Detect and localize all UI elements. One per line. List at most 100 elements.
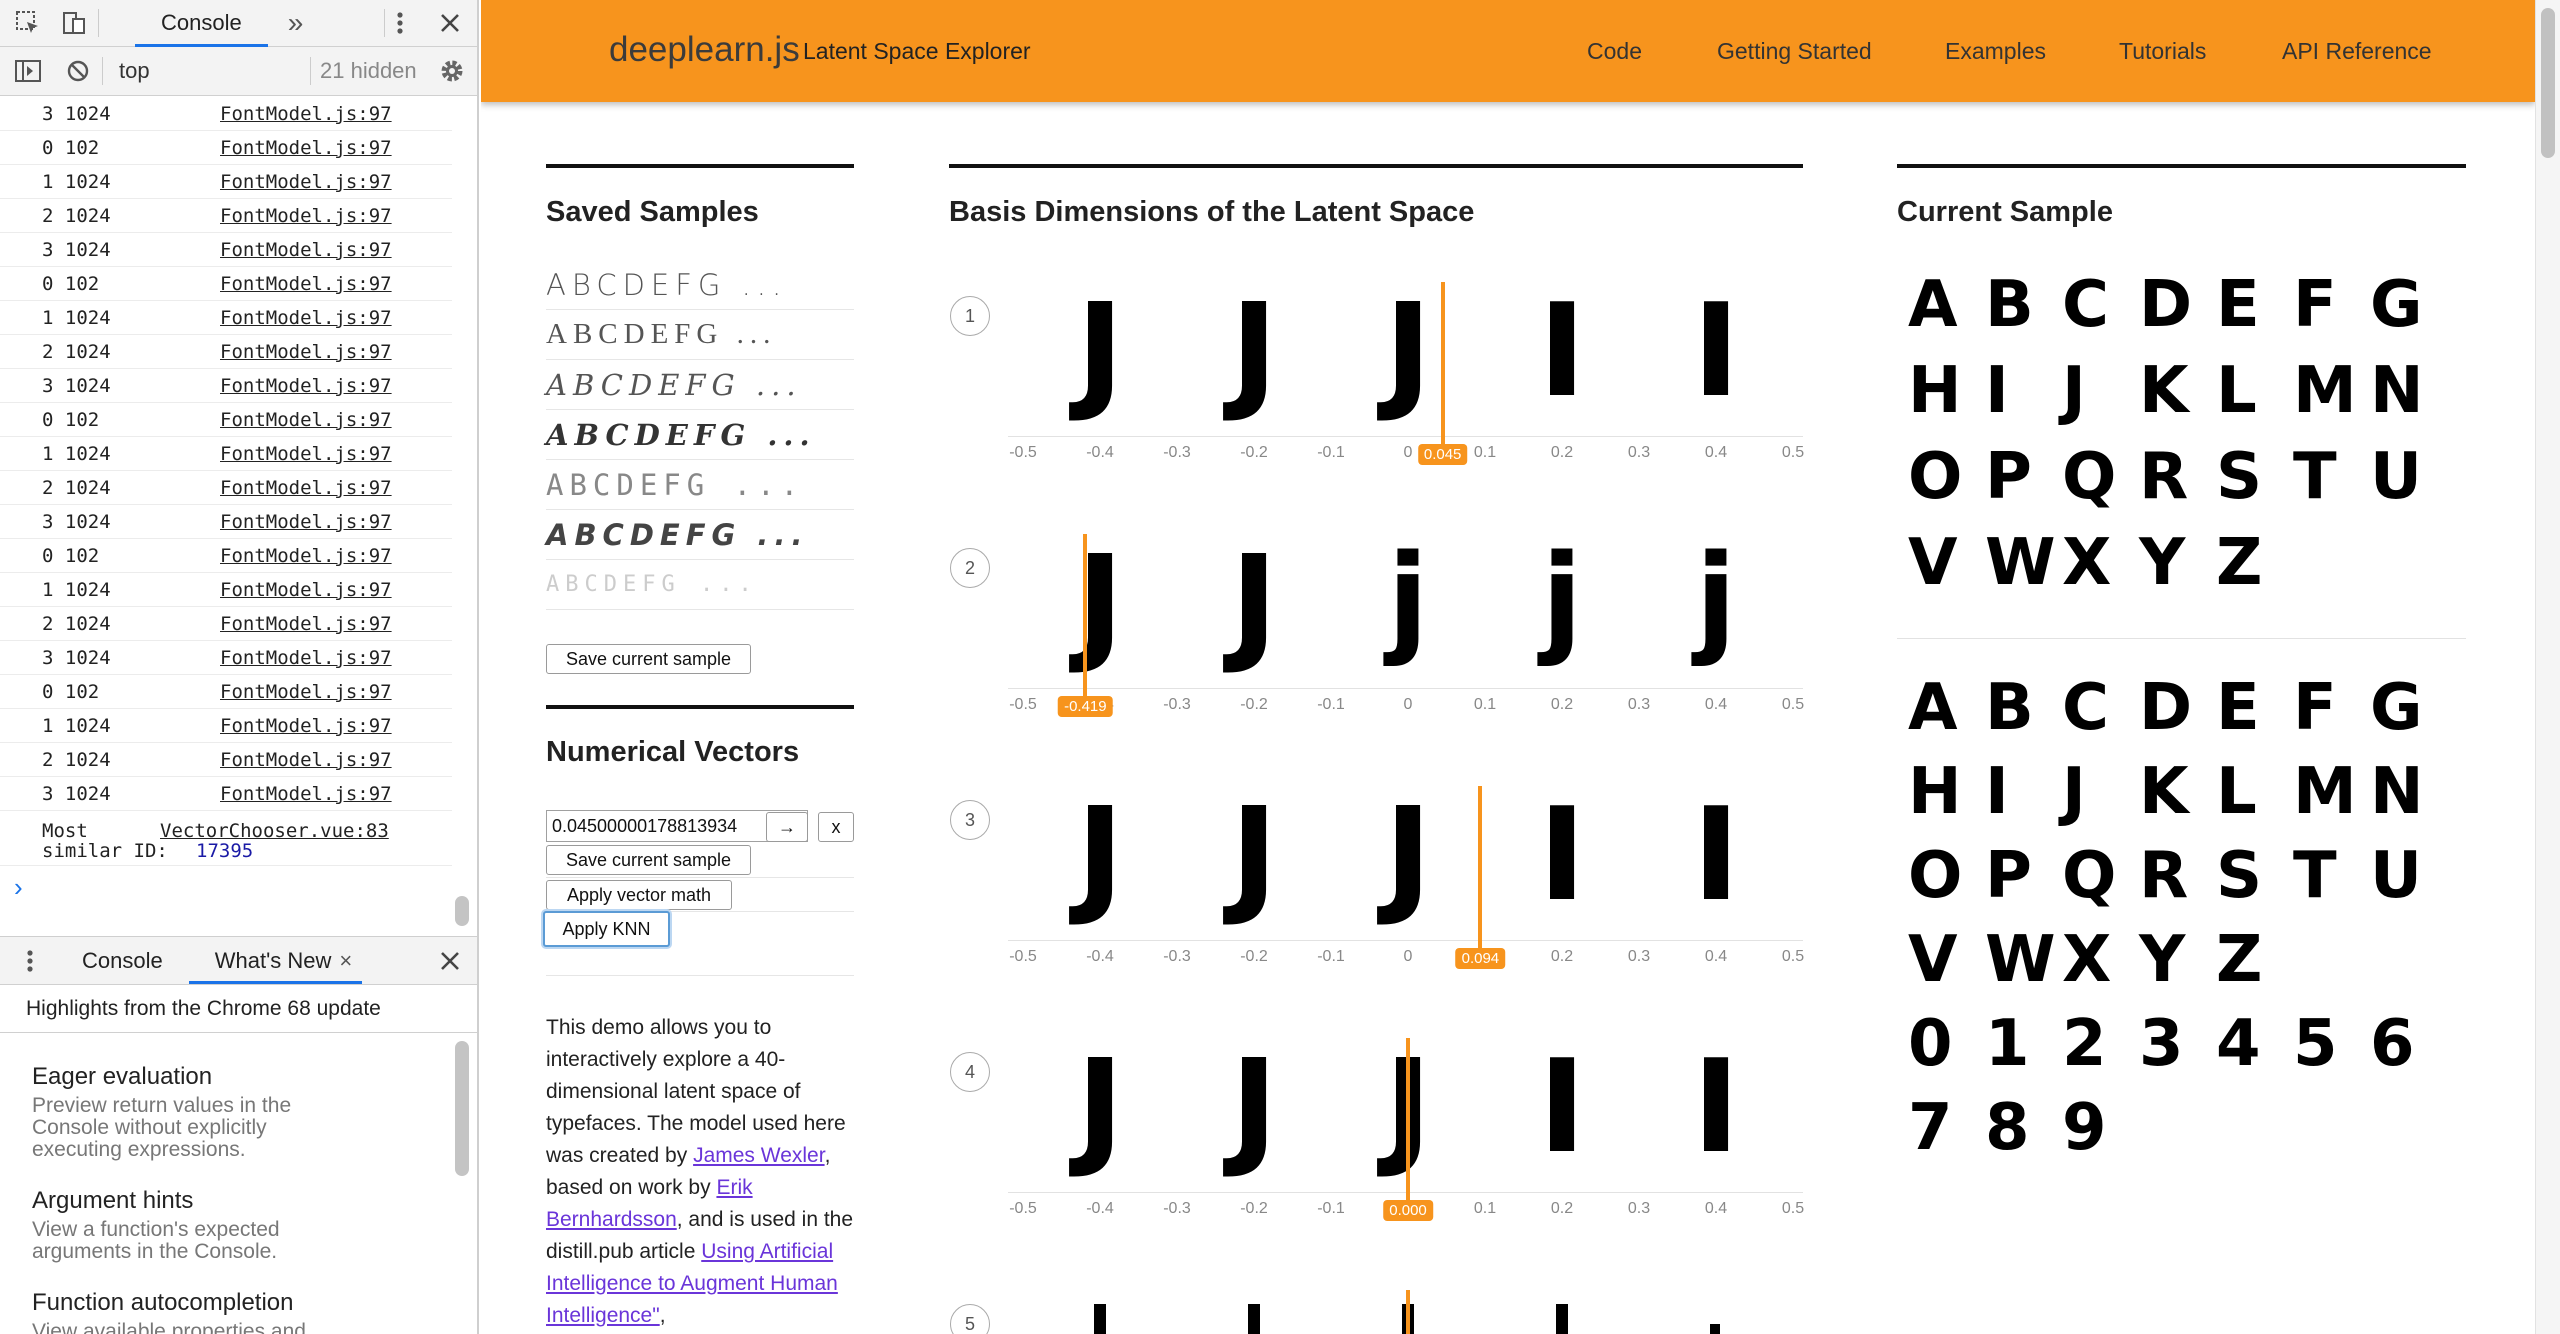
tab-console[interactable]: Console	[135, 0, 268, 47]
log-source-link[interactable]: FontModel.js:97	[220, 613, 392, 635]
axis-tick-label: 0.3	[1627, 1200, 1651, 1217]
current-sample-glyph: H	[1908, 354, 1962, 428]
basis-slider-value: 0.045	[1417, 444, 1468, 465]
log-message: 2 1024	[42, 748, 111, 771]
saved-sample-item[interactable]: ABCDEFG ...	[546, 410, 854, 460]
drawer-tab-console[interactable]: Console	[56, 937, 189, 984]
save-current-sample-button[interactable]: Save current sample	[546, 644, 751, 674]
nav-getting-started[interactable]: Getting Started	[1717, 38, 1872, 65]
page-scrollbar-thumb[interactable]	[2541, 8, 2555, 158]
basis-axis	[1008, 688, 1803, 689]
saved-sample-item[interactable]: ABCDEFG ...	[546, 260, 854, 310]
current-sample-glyph: 9	[2062, 1091, 2107, 1165]
basis-slider-marker[interactable]	[1478, 786, 1483, 954]
basis-slider-marker[interactable]	[1406, 1290, 1410, 1334]
remove-vector-button[interactable]: x	[818, 812, 854, 842]
basis-slider-marker[interactable]	[1083, 534, 1088, 702]
saved-samples-title: Saved Samples	[546, 196, 759, 228]
log-source-link[interactable]: FontModel.js:97	[220, 783, 392, 805]
log-source-link[interactable]: FontModel.js:97	[220, 477, 392, 499]
close-devtools-icon[interactable]	[434, 7, 466, 39]
device-toolbar-icon[interactable]	[58, 7, 90, 39]
current-sample-glyph: P	[1985, 440, 2032, 514]
saved-sample-item[interactable]: ABCDEFG ...	[546, 310, 854, 360]
page-scrollbar[interactable]	[2535, 0, 2560, 1334]
more-tabs-icon[interactable]: »	[288, 7, 304, 39]
log-source-link[interactable]: FontModel.js:97	[220, 171, 392, 193]
log-source-link[interactable]: FontModel.js:97	[220, 103, 392, 125]
axis-tick-label: 0.1	[1473, 1200, 1497, 1217]
saved-sample-item[interactable]: ABCDEFG ...	[546, 460, 854, 510]
current-sample-glyph: F	[2293, 671, 2337, 745]
console-log-row: 1 1024 FontModel.js:97	[0, 301, 452, 335]
log-message: 1 1024	[42, 170, 111, 193]
nav-examples[interactable]: Examples	[1945, 38, 2046, 65]
log-source-link[interactable]: FontModel.js:97	[220, 307, 392, 329]
whats-new-item[interactable]: Eager evaluation Preview return values in…	[0, 1063, 477, 1161]
console-prompt[interactable]: ›	[14, 872, 23, 903]
whats-new-item[interactable]: Argument hints View a function's expected…	[0, 1187, 477, 1263]
current-sample-glyph: 0	[1908, 1007, 1953, 1081]
log-source-link[interactable]: FontModel.js:97	[220, 511, 392, 533]
basis-slider-marker[interactable]	[1440, 282, 1445, 450]
log-source-link[interactable]: FontModel.js:97	[220, 647, 392, 669]
log-source-link[interactable]: FontModel.js:97	[220, 239, 392, 261]
devtools-drawer: Console What's New × Highlights from the…	[0, 936, 477, 1334]
log-source-link[interactable]: FontModel.js:97	[220, 749, 392, 771]
console-settings-gear-icon[interactable]	[436, 55, 468, 87]
drawer-menu-icon[interactable]	[14, 945, 46, 977]
apply-vector-math-button[interactable]: Apply vector math	[546, 880, 732, 910]
console-scrollbar[interactable]	[455, 896, 469, 926]
log-source-link[interactable]: FontModel.js:97	[220, 137, 392, 159]
console-log-row: 3 1024 FontModel.js:97	[0, 641, 452, 675]
link-james-wexler[interactable]: James Wexler	[693, 1144, 825, 1167]
saved-sample-item[interactable]: ABCDEFG ...	[546, 360, 854, 410]
basis-glyph: J	[1384, 781, 1432, 930]
nav-tutorials[interactable]: Tutorials	[2119, 38, 2206, 65]
log-message: 2 1024	[42, 204, 111, 227]
drawer-tab-whats-new[interactable]: What's New ×	[188, 937, 363, 984]
saved-sample-item[interactable]: ABCDEFG ...	[546, 560, 854, 610]
whats-new-item[interactable]: Function autocompletion View available pr…	[0, 1289, 477, 1334]
save-current-sample-button-2[interactable]: Save current sample	[546, 845, 751, 875]
close-drawer-icon[interactable]	[434, 945, 466, 977]
axis-tick-label: -0.2	[1240, 1200, 1268, 1217]
current-sample-glyph: S	[2216, 440, 2263, 514]
log-message: 0 102	[42, 136, 100, 159]
console-similar-row: Most VectorChooser.vue:83 similar ID: 17…	[0, 818, 452, 866]
basis-row-number: 4	[950, 1052, 990, 1092]
context-selector[interactable]: top	[119, 58, 150, 84]
saved-sample-item[interactable]: ABCDEFG ...	[546, 510, 854, 560]
log-source-link[interactable]: FontModel.js:97	[220, 443, 392, 465]
numerical-vectors-rule	[546, 705, 854, 709]
more-options-icon[interactable]	[384, 7, 416, 39]
sidebar-toggle-icon[interactable]	[12, 55, 44, 87]
log-source-link[interactable]: FontModel.js:97	[220, 681, 392, 703]
log-message: 1 1024	[42, 578, 111, 601]
apply-vector-arrow-button[interactable]: →	[766, 812, 808, 842]
console-log-row: 1 1024 FontModel.js:97	[0, 437, 452, 471]
clear-console-icon[interactable]	[62, 55, 94, 87]
log-source-link[interactable]: FontModel.js:97	[220, 545, 392, 567]
current-sample-glyph: T	[2293, 839, 2337, 913]
basis-slider-marker[interactable]	[1406, 1038, 1410, 1206]
nav-code[interactable]: Code	[1587, 38, 1642, 65]
brand-logo[interactable]: deeplearn.js	[609, 30, 800, 70]
axis-tick-label: 0.5	[1781, 444, 1805, 461]
drawer-scrollbar[interactable]	[455, 1041, 469, 1176]
console-log-row: 0 102 FontModel.js:97	[0, 403, 452, 437]
inspect-element-icon[interactable]	[12, 7, 44, 39]
axis-tick-label: 0.2	[1550, 444, 1574, 461]
log-source-link[interactable]: FontModel.js:97	[220, 409, 392, 431]
nav-api-reference[interactable]: API Reference	[2282, 38, 2432, 65]
log-source-link[interactable]: FontModel.js:97	[220, 715, 392, 737]
log-source-link[interactable]: FontModel.js:97	[220, 341, 392, 363]
log-source-link[interactable]: FontModel.js:97	[220, 273, 392, 295]
log-source-link[interactable]: FontModel.js:97	[220, 579, 392, 601]
close-tab-icon[interactable]: ×	[339, 948, 352, 974]
log-source-link[interactable]: FontModel.js:97	[220, 375, 392, 397]
similar-source-link[interactable]: VectorChooser.vue:83	[160, 820, 389, 842]
log-source-link[interactable]: FontModel.js:97	[220, 205, 392, 227]
apply-knn-button[interactable]: Apply KNN	[543, 911, 670, 947]
console-log-row: 3 1024 FontModel.js:97	[0, 505, 452, 539]
